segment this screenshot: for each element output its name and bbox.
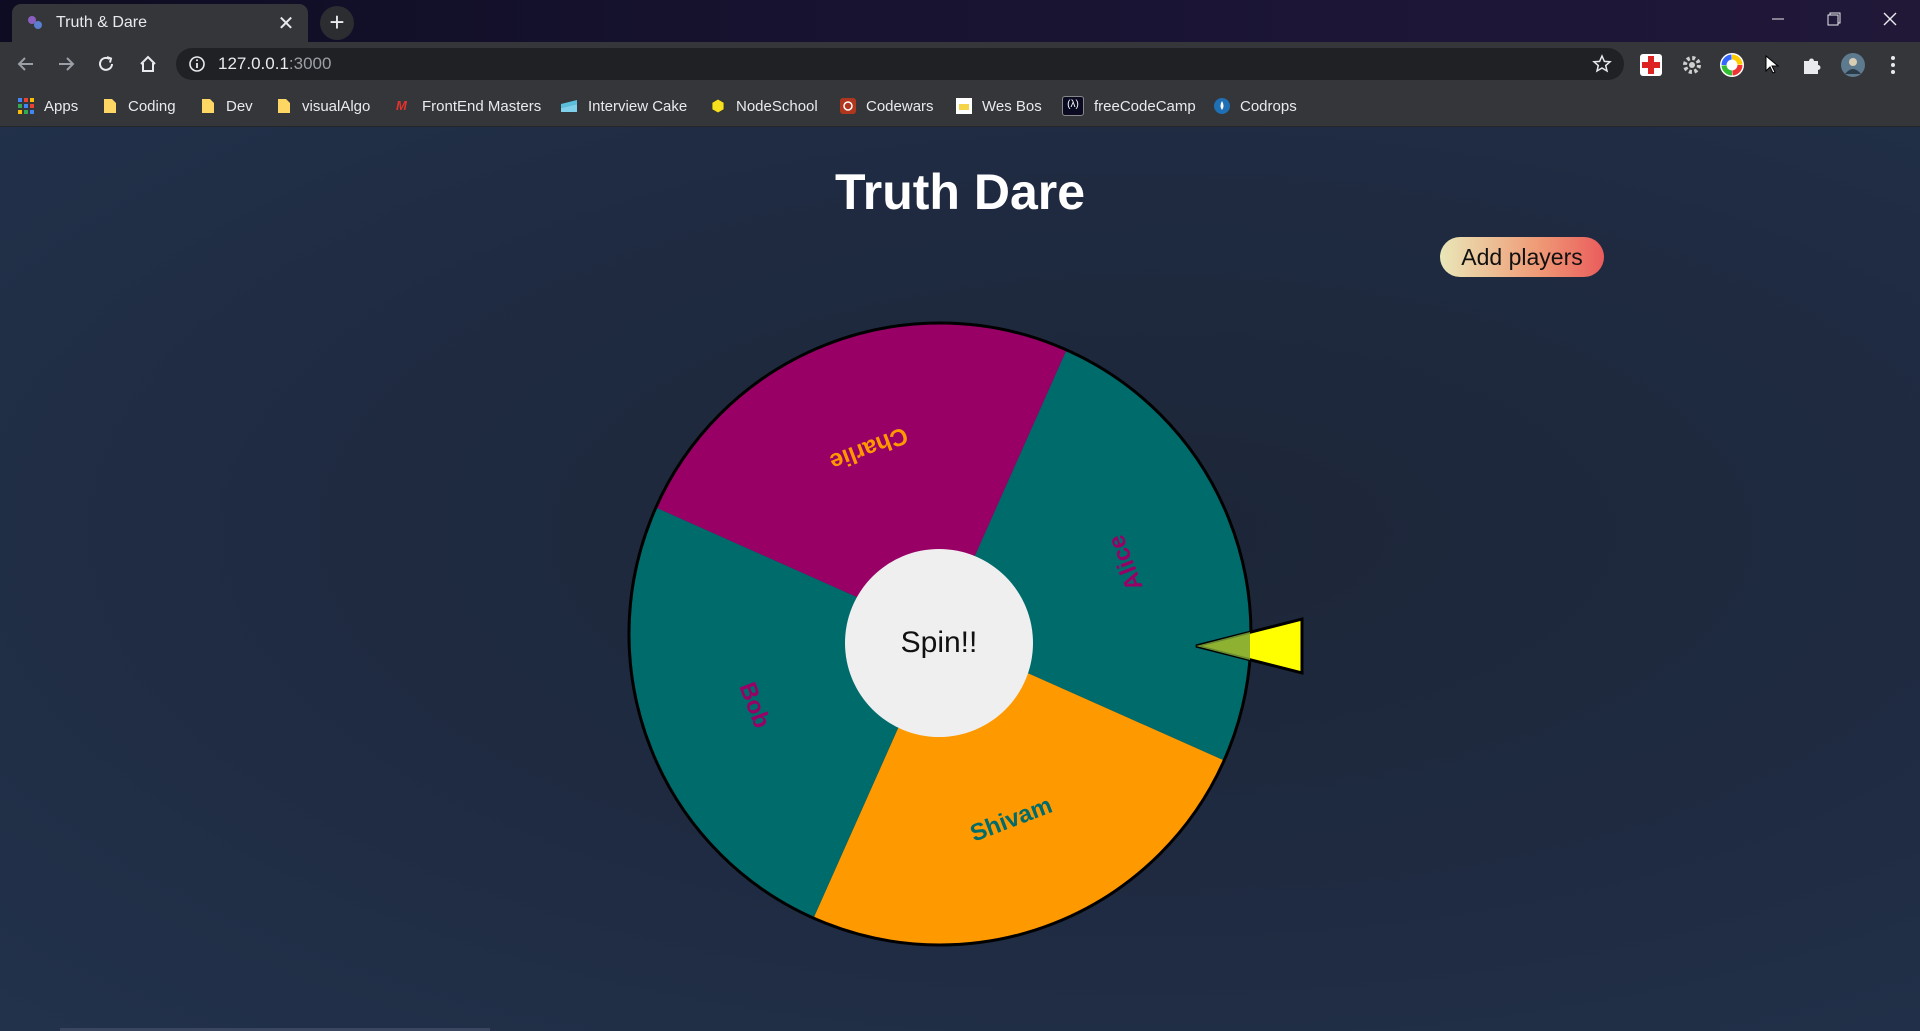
- restore-icon[interactable]: [1806, 0, 1862, 38]
- tab-title: Truth & Dare: [56, 14, 147, 31]
- extensions-puzzle-icon[interactable]: [1799, 52, 1825, 78]
- address-bar[interactable]: 127.0.0.1:3000: [176, 48, 1624, 80]
- spin-button[interactable]: Spin!!: [845, 549, 1033, 737]
- back-icon[interactable]: [12, 50, 40, 78]
- freecodecamp-icon: (λ): [1062, 96, 1084, 116]
- bookmark-label: FrontEnd Masters: [422, 97, 542, 115]
- bookmark-label: Codewars: [866, 97, 934, 115]
- home-icon[interactable]: [134, 50, 162, 78]
- url-text: 127.0.0.1:3000: [218, 54, 332, 73]
- bookmark-interview-cake[interactable]: Interview Cake: [560, 93, 687, 119]
- tab-close-icon[interactable]: ✕: [272, 11, 300, 36]
- bookmark-label: Codrops: [1240, 97, 1297, 115]
- bookmark-label: NodeSchool: [736, 97, 818, 115]
- page-title: Truth Dare: [834, 164, 1086, 220]
- bookmark-label: Wes Bos: [982, 97, 1042, 115]
- wesbos-icon: [956, 98, 972, 114]
- bookmark-coding[interactable]: Coding: [102, 93, 176, 119]
- bookmark-frontend-masters[interactable]: M FrontEnd Masters: [396, 93, 541, 119]
- reload-icon[interactable]: [92, 50, 120, 78]
- bookmark-apps[interactable]: Apps: [18, 93, 78, 119]
- codrops-icon: [1214, 98, 1230, 114]
- browser-tab[interactable]: Truth & Dare ✕: [12, 4, 308, 42]
- bookmark-freecodecamp[interactable]: (λ) freeCodeCamp: [1062, 93, 1196, 119]
- bookmark-nodeschool[interactable]: NodeSchool: [710, 93, 818, 119]
- bookmark-label: Dev: [226, 97, 253, 115]
- close-window-icon[interactable]: [1862, 0, 1918, 38]
- nodeschool-icon: [711, 98, 725, 114]
- bookmark-label: freeCodeCamp: [1094, 97, 1196, 115]
- bookmark-label: Apps: [44, 97, 79, 115]
- codewars-icon: [840, 98, 856, 114]
- extension-colorwheel-icon[interactable]: [1719, 52, 1745, 78]
- folder-icon: [202, 99, 214, 113]
- mouse-cursor-icon: [1760, 52, 1786, 78]
- apps-grid-icon: [18, 98, 34, 114]
- tab-favicon-icon: [28, 16, 42, 29]
- browser-toolbar: 127.0.0.1:3000: [0, 42, 1920, 86]
- forward-icon[interactable]: [52, 50, 80, 78]
- wheel-pointer-icon: [1195, 617, 1304, 675]
- folder-icon: [104, 99, 116, 113]
- extension-medical-icon[interactable]: [1638, 52, 1664, 78]
- extension-gear-icon[interactable]: [1679, 52, 1705, 78]
- bookmark-star-icon[interactable]: [1592, 54, 1612, 74]
- add-players-button[interactable]: Add players: [1440, 237, 1604, 277]
- minimize-icon[interactable]: [1750, 0, 1806, 38]
- bookmark-label: Interview Cake: [588, 97, 688, 115]
- browser-title-bar: Truth & Dare ✕ +: [0, 0, 1920, 42]
- new-tab-button[interactable]: +: [320, 6, 354, 40]
- folder-icon: [278, 99, 290, 113]
- bookmark-codewars[interactable]: Codewars: [840, 93, 934, 119]
- bookmark-visualalgo[interactable]: visualAlgo: [276, 93, 370, 119]
- interview-cake-icon: [561, 100, 577, 112]
- site-info-icon[interactable]: [188, 55, 206, 73]
- frontend-masters-icon: M: [396, 98, 407, 113]
- browser-menu-icon[interactable]: [1880, 52, 1906, 78]
- bookmark-label: Coding: [128, 97, 176, 115]
- page-content: Truth Dare Add players Alice Shivam Bob Cha…: [0, 127, 1920, 1031]
- bookmark-label: visualAlgo: [302, 97, 371, 115]
- bookmark-wes-bos[interactable]: Wes Bos: [956, 93, 1042, 119]
- bookmark-dev[interactable]: Dev: [200, 93, 253, 119]
- bookmark-codrops[interactable]: Codrops: [1214, 93, 1297, 119]
- bookmarks-bar: Apps Coding Dev visualAlgo M FrontEnd Ma…: [0, 86, 1920, 127]
- profile-avatar-icon[interactable]: [1840, 52, 1866, 78]
